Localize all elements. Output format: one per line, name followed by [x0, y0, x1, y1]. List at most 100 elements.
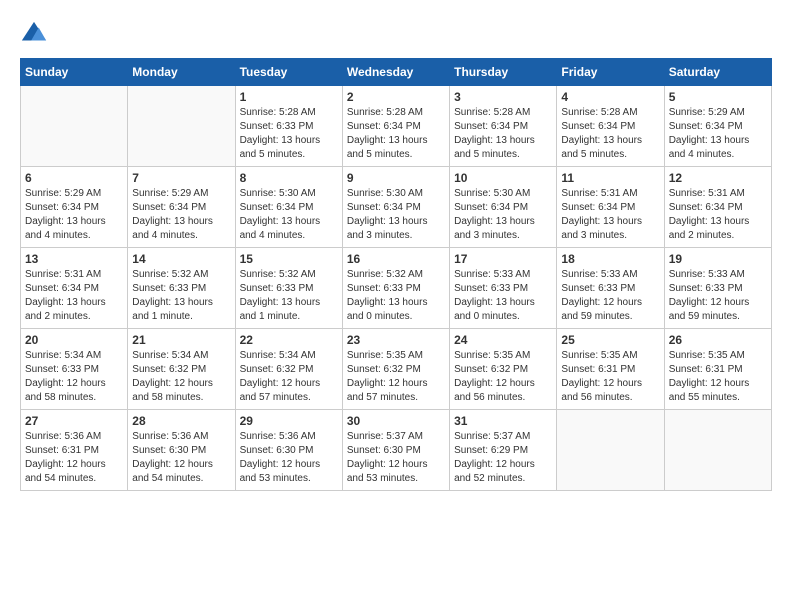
day-number: 31: [454, 414, 552, 428]
calendar-week-4: 20Sunrise: 5:34 AM Sunset: 6:33 PM Dayli…: [21, 329, 772, 410]
calendar-cell: 15 Sunrise: 5:32 AM Sunset: 6:33 PM Dayli…: [235, 248, 342, 329]
calendar-cell: [128, 86, 235, 167]
day-info: Sunrise: 5:29 AM Sunset: 6:34 PM Dayligh…: [25, 187, 123, 243]
day-number: 18: [561, 252, 659, 266]
calendar-cell: [557, 410, 664, 491]
day-number: 17: [454, 252, 552, 266]
calendar-cell: 6Sunrise: 5:29 AM Sunset: 6:34 PM Daylig…: [21, 167, 128, 248]
day-info: Sunrise: 5:28 AM Sunset: 6:34 PM Dayligh…: [561, 106, 659, 162]
calendar-cell: 9 Sunrise: 5:30 AM Sunset: 6:34 PM Daylig…: [342, 167, 449, 248]
calendar-cell: 29 Sunrise: 5:36 AM Sunset: 6:30 PM Dayli…: [235, 410, 342, 491]
day-header-thursday: Thursday: [450, 59, 557, 86]
calendar-cell: 12 Sunrise: 5:31 AM Sunset: 6:34 PM Dayli…: [664, 167, 771, 248]
calendar-header-row: SundayMondayTuesdayWednesdayThursdayFrid…: [21, 59, 772, 86]
day-info: Sunrise: 5:36 AM Sunset: 6:30 PM Dayligh…: [240, 430, 338, 486]
day-info: Sunrise: 5:29 AM Sunset: 6:34 PM Dayligh…: [669, 106, 767, 162]
day-info: Sunrise: 5:33 AM Sunset: 6:33 PM Dayligh…: [561, 268, 659, 324]
calendar-cell: 14Sunrise: 5:32 AM Sunset: 6:33 PM Dayli…: [128, 248, 235, 329]
day-info: Sunrise: 5:28 AM Sunset: 6:34 PM Dayligh…: [454, 106, 552, 162]
day-number: 28: [132, 414, 230, 428]
calendar-cell: 19Sunrise: 5:33 AM Sunset: 6:33 PM Dayli…: [664, 248, 771, 329]
calendar-cell: 30 Sunrise: 5:37 AM Sunset: 6:30 PM Dayli…: [342, 410, 449, 491]
day-info: Sunrise: 5:32 AM Sunset: 6:33 PM Dayligh…: [347, 268, 445, 324]
day-info: Sunrise: 5:36 AM Sunset: 6:30 PM Dayligh…: [132, 430, 230, 486]
day-info: Sunrise: 5:31 AM Sunset: 6:34 PM Dayligh…: [669, 187, 767, 243]
day-number: 19: [669, 252, 767, 266]
day-info: Sunrise: 5:37 AM Sunset: 6:30 PM Dayligh…: [347, 430, 445, 486]
calendar-cell: 11Sunrise: 5:31 AM Sunset: 6:34 PM Dayli…: [557, 167, 664, 248]
day-number: 5: [669, 90, 767, 104]
day-number: 12: [669, 171, 767, 185]
day-info: Sunrise: 5:37 AM Sunset: 6:29 PM Dayligh…: [454, 430, 552, 486]
day-number: 24: [454, 333, 552, 347]
day-number: 15: [240, 252, 338, 266]
calendar-cell: 17 Sunrise: 5:33 AM Sunset: 6:33 PM Dayli…: [450, 248, 557, 329]
day-header-friday: Friday: [557, 59, 664, 86]
day-number: 1: [240, 90, 338, 104]
day-number: 25: [561, 333, 659, 347]
calendar-week-3: 13 Sunrise: 5:31 AM Sunset: 6:34 PM Dayli…: [21, 248, 772, 329]
calendar-cell: 31 Sunrise: 5:37 AM Sunset: 6:29 PM Dayli…: [450, 410, 557, 491]
day-number: 3: [454, 90, 552, 104]
day-number: 16: [347, 252, 445, 266]
day-number: 20: [25, 333, 123, 347]
calendar-cell: 5 Sunrise: 5:29 AM Sunset: 6:34 PM Daylig…: [664, 86, 771, 167]
day-header-monday: Monday: [128, 59, 235, 86]
day-info: Sunrise: 5:29 AM Sunset: 6:34 PM Dayligh…: [132, 187, 230, 243]
day-info: Sunrise: 5:31 AM Sunset: 6:34 PM Dayligh…: [25, 268, 123, 324]
day-number: 23: [347, 333, 445, 347]
day-number: 7: [132, 171, 230, 185]
day-info: Sunrise: 5:35 AM Sunset: 6:32 PM Dayligh…: [347, 349, 445, 405]
calendar-cell: 20Sunrise: 5:34 AM Sunset: 6:33 PM Dayli…: [21, 329, 128, 410]
day-number: 11: [561, 171, 659, 185]
day-info: Sunrise: 5:32 AM Sunset: 6:33 PM Dayligh…: [240, 268, 338, 324]
calendar-body: 1 Sunrise: 5:28 AM Sunset: 6:33 PM Daylig…: [21, 86, 772, 491]
calendar-cell: 1 Sunrise: 5:28 AM Sunset: 6:33 PM Daylig…: [235, 86, 342, 167]
day-number: 2: [347, 90, 445, 104]
day-number: 26: [669, 333, 767, 347]
day-header-saturday: Saturday: [664, 59, 771, 86]
day-info: Sunrise: 5:34 AM Sunset: 6:32 PM Dayligh…: [132, 349, 230, 405]
calendar-cell: 23 Sunrise: 5:35 AM Sunset: 6:32 PM Dayli…: [342, 329, 449, 410]
calendar-cell: [664, 410, 771, 491]
day-number: 9: [347, 171, 445, 185]
day-info: Sunrise: 5:28 AM Sunset: 6:33 PM Dayligh…: [240, 106, 338, 162]
calendar-cell: 18 Sunrise: 5:33 AM Sunset: 6:33 PM Dayli…: [557, 248, 664, 329]
day-number: 13: [25, 252, 123, 266]
day-header-sunday: Sunday: [21, 59, 128, 86]
calendar-cell: 22Sunrise: 5:34 AM Sunset: 6:32 PM Dayli…: [235, 329, 342, 410]
calendar-cell: 21 Sunrise: 5:34 AM Sunset: 6:32 PM Dayli…: [128, 329, 235, 410]
day-info: Sunrise: 5:28 AM Sunset: 6:34 PM Dayligh…: [347, 106, 445, 162]
day-number: 27: [25, 414, 123, 428]
day-info: Sunrise: 5:30 AM Sunset: 6:34 PM Dayligh…: [347, 187, 445, 243]
day-info: Sunrise: 5:35 AM Sunset: 6:32 PM Dayligh…: [454, 349, 552, 405]
calendar-cell: 27 Sunrise: 5:36 AM Sunset: 6:31 PM Dayli…: [21, 410, 128, 491]
calendar-cell: 26 Sunrise: 5:35 AM Sunset: 6:31 PM Dayli…: [664, 329, 771, 410]
day-number: 8: [240, 171, 338, 185]
calendar-cell: 7 Sunrise: 5:29 AM Sunset: 6:34 PM Daylig…: [128, 167, 235, 248]
calendar-cell: 13 Sunrise: 5:31 AM Sunset: 6:34 PM Dayli…: [21, 248, 128, 329]
day-info: Sunrise: 5:35 AM Sunset: 6:31 PM Dayligh…: [669, 349, 767, 405]
day-number: 30: [347, 414, 445, 428]
day-info: Sunrise: 5:36 AM Sunset: 6:31 PM Dayligh…: [25, 430, 123, 486]
page-header: [20, 20, 772, 48]
day-info: Sunrise: 5:33 AM Sunset: 6:33 PM Dayligh…: [454, 268, 552, 324]
day-number: 21: [132, 333, 230, 347]
calendar-week-1: 1 Sunrise: 5:28 AM Sunset: 6:33 PM Daylig…: [21, 86, 772, 167]
day-info: Sunrise: 5:32 AM Sunset: 6:33 PM Dayligh…: [132, 268, 230, 324]
day-info: Sunrise: 5:30 AM Sunset: 6:34 PM Dayligh…: [454, 187, 552, 243]
calendar-table: SundayMondayTuesdayWednesdayThursdayFrid…: [20, 58, 772, 491]
calendar-cell: 28 Sunrise: 5:36 AM Sunset: 6:30 PM Dayli…: [128, 410, 235, 491]
calendar-week-2: 6Sunrise: 5:29 AM Sunset: 6:34 PM Daylig…: [21, 167, 772, 248]
day-number: 10: [454, 171, 552, 185]
logo-icon: [20, 20, 48, 48]
calendar-cell: 2 Sunrise: 5:28 AM Sunset: 6:34 PM Daylig…: [342, 86, 449, 167]
calendar-cell: 8Sunrise: 5:30 AM Sunset: 6:34 PM Daylig…: [235, 167, 342, 248]
calendar-cell: 24 Sunrise: 5:35 AM Sunset: 6:32 PM Dayli…: [450, 329, 557, 410]
day-info: Sunrise: 5:34 AM Sunset: 6:32 PM Dayligh…: [240, 349, 338, 405]
logo: [20, 20, 52, 48]
calendar-cell: 3 Sunrise: 5:28 AM Sunset: 6:34 PM Daylig…: [450, 86, 557, 167]
day-number: 29: [240, 414, 338, 428]
calendar-week-5: 27 Sunrise: 5:36 AM Sunset: 6:31 PM Dayli…: [21, 410, 772, 491]
calendar-cell: 16 Sunrise: 5:32 AM Sunset: 6:33 PM Dayli…: [342, 248, 449, 329]
